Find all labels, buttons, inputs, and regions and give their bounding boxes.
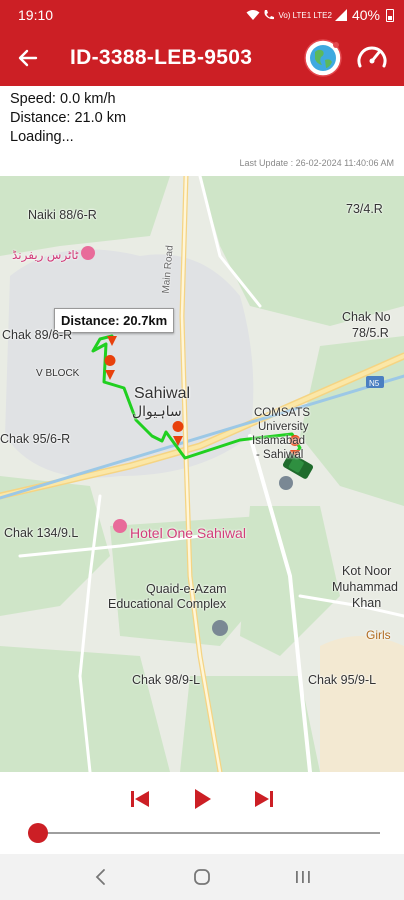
map-label: Islamabad — [252, 435, 306, 447]
map-label: Kot Noor — [342, 564, 392, 578]
status-time: 19:10 — [18, 7, 54, 23]
forward-button[interactable] — [251, 786, 277, 812]
nav-back-button[interactable] — [81, 862, 121, 892]
vehicle-info-panel: Speed: 0.0 km/h Distance: 21.0 km Loadin… — [0, 86, 404, 176]
battery-icon — [386, 8, 394, 22]
play-button[interactable] — [189, 786, 215, 812]
playback-buttons — [0, 784, 404, 814]
map-label: ٹاٹرس ریفرنڈ — [12, 248, 79, 262]
map-label: - Sahiwal — [256, 449, 304, 461]
nav-recents-button[interactable] — [283, 862, 323, 892]
sand-area — [320, 636, 404, 772]
page-title: ID-3388-LEB-9503 — [70, 46, 253, 69]
map-label: Educational Complex — [108, 597, 227, 611]
map-label: Chak 89/6-R — [2, 328, 73, 342]
nav-back-icon — [95, 869, 105, 885]
map-label: 73/4.R — [346, 202, 383, 216]
map-label: University — [258, 421, 309, 433]
highway-label: N5 — [369, 379, 380, 388]
skip-back-icon — [131, 791, 149, 807]
playback-slider[interactable] — [28, 822, 380, 844]
map-label: Chak 95/6-R — [0, 432, 71, 446]
nav-home-button[interactable] — [182, 862, 222, 892]
poi-icon — [212, 620, 228, 636]
map-label: 78/5.R — [352, 326, 389, 340]
distance-text: Distance: 21.0 km — [10, 110, 127, 126]
map-label: Naiki 88/6-R — [28, 208, 97, 222]
app-bar: ID-3388-LEB-9503 — [0, 30, 404, 86]
system-nav-bar — [0, 854, 404, 900]
last-update-text: Last Update : 26-02-2024 11:40:06 AM — [239, 158, 394, 168]
skip-forward-icon — [255, 791, 273, 807]
speedometer-icon — [357, 46, 387, 68]
map-type-button[interactable] — [302, 37, 344, 79]
poi-icon — [279, 476, 293, 490]
signal-icon — [334, 9, 347, 21]
map-label: Chak 98/9-L — [132, 673, 201, 687]
map-label: COMSATS — [254, 407, 311, 419]
rewind-button[interactable] — [127, 786, 153, 812]
arrow-left-icon — [18, 49, 38, 67]
nav-home-icon — [194, 869, 210, 885]
map-label: Chak 95/9-L — [308, 673, 377, 687]
app-screen: 19:10 Vo) LTE1 LTE2 40% ID-3388-LEB-9503 — [0, 0, 404, 900]
map-label: Hotel One Sahiwal — [130, 525, 246, 541]
status-bar: 19:10 Vo) LTE1 LTE2 40% — [0, 0, 404, 30]
map-label: Khan — [352, 596, 382, 610]
play-icon — [195, 789, 211, 809]
slider-thumb[interactable] — [28, 823, 48, 843]
call-icon — [264, 10, 275, 20]
address-status-text: Loading... — [10, 129, 74, 145]
speedometer-button[interactable] — [352, 38, 392, 78]
map-label: V BLOCK — [36, 368, 80, 379]
network-indicators: Vo) LTE1 LTE2 — [278, 10, 332, 20]
map-label: ساہیوال — [132, 403, 182, 419]
poi-icon — [113, 519, 127, 533]
map-label: Chak No — [342, 310, 391, 324]
system-icons: Vo) LTE1 LTE2 40% — [246, 7, 394, 23]
map-label: Quaid-e-Azam — [146, 582, 227, 596]
map-label: Girls — [366, 628, 391, 642]
map-label: Muhammad — [332, 580, 398, 594]
nav-recents-icon — [296, 871, 311, 883]
speed-text: Speed: 0.0 km/h — [10, 91, 116, 107]
poi-icon — [81, 246, 95, 260]
back-button[interactable] — [0, 30, 56, 86]
playback-controls — [0, 772, 404, 854]
slider-track — [28, 832, 380, 834]
map-label: Chak 134/9.L — [4, 526, 79, 540]
battery-percent: 40% — [351, 7, 380, 23]
wifi-icon — [246, 10, 260, 20]
map-view[interactable]: Distance: 20.7km Naiki 88/6-R ٹاٹرس ریفر… — [0, 176, 404, 772]
map-label: Sahiwal — [134, 385, 191, 402]
globe-icon — [304, 39, 342, 77]
